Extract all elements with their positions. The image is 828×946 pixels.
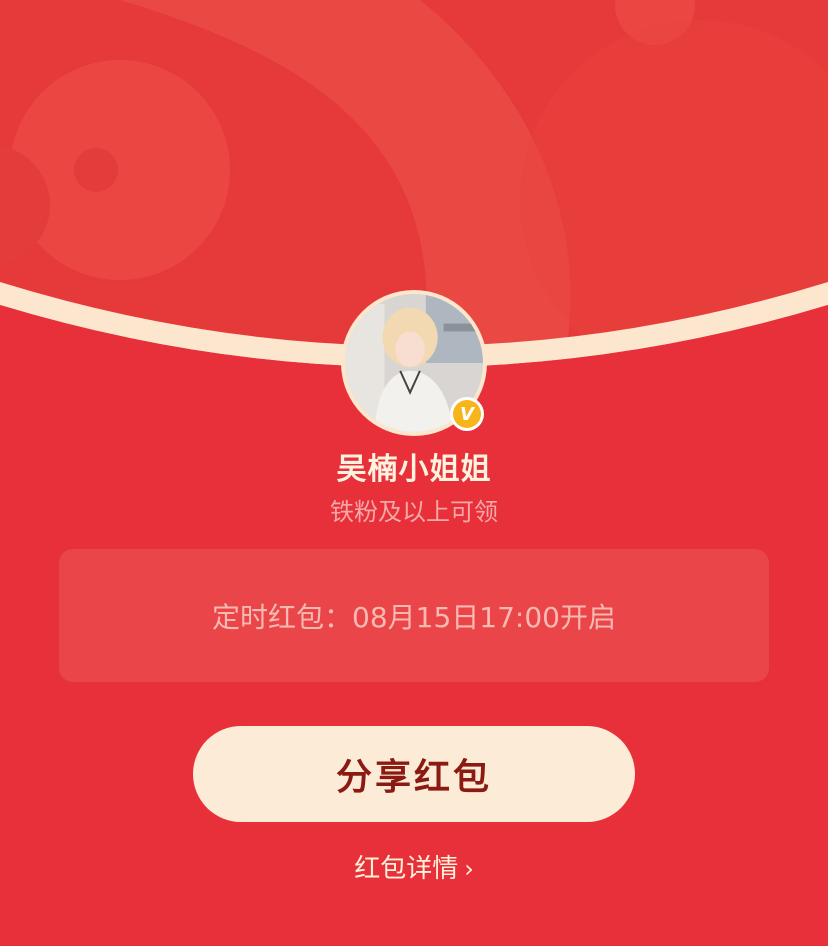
verified-v-icon: V [450,397,484,431]
details-label: 红包详情 [354,854,459,884]
user-name: 吴楠小姐姐 [336,452,492,487]
chevron-right-icon: › [464,855,474,883]
share-red-packet-button[interactable]: 分享红包 [193,726,635,822]
timer-info-box: 定时红包：08月15日17:00开启 [59,549,769,682]
timer-text: 定时红包：08月15日17:00开启 [212,600,616,634]
red-packet-details-link[interactable]: 红包详情 › [0,848,828,885]
eligibility-text: 铁粉及以上可领 [330,498,498,526]
